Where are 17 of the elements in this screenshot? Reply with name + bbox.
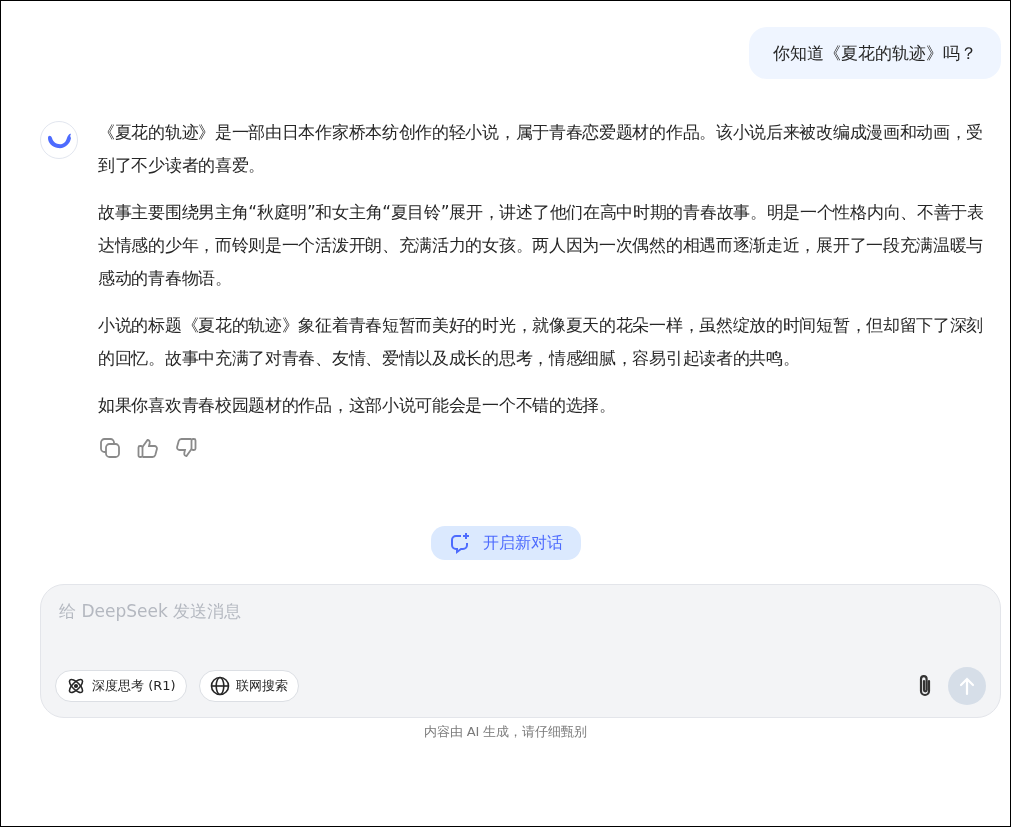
disclaimer-text: 内容由 AI 生成，请仔细甄别 [422, 723, 589, 741]
answer-paragraph: 《夏花的轨迹》是一部由日本作家桥本纺创作的轻小说，属于青春恋爱题材的作品。该小说后来被改编成漫画和动画，受到了不少读者的喜爱。 [98, 121, 985, 177]
web-search-toggle[interactable]: 联网搜索 [198, 670, 299, 702]
new-chat-button[interactable]: 开启新对话 [430, 526, 581, 560]
message-input[interactable]: 给 DeepSeek 发送消息 [55, 601, 986, 621]
thumbs-up-icon[interactable] [136, 436, 160, 460]
thumbs-down-icon[interactable] [174, 436, 198, 460]
chat-plus-icon [448, 532, 471, 554]
arrow-up-icon [958, 676, 976, 696]
answer-paragraph: 故事主要围绕男主角“秋庭明”和女主角“夏目铃”展开，讲述了他们在高中时期的青春故事。明是一个性格内向、不善于表达情感的少年，而铃则是一个活泼开朗、充满活力的女孩。两人因为一次偶然的相遇而逐渐走近，展开了一段充满温暖与感动的青春物语。 [98, 201, 985, 290]
answer-paragraph: 小说的标题《夏花的轨迹》象征着青春短暂而美好的时光，就像夏天的花朵一样，虽然绽放的时间短暂，但却留下了深刻的回忆。故事中充满了对青春、友情、爱情以及成长的思考，情感细腻，容易引起读者的共鸣。 [98, 314, 985, 370]
copy-icon[interactable] [98, 436, 122, 460]
deep-think-toggle[interactable]: 深度思考 (R1) [55, 670, 187, 702]
user-message: 你知道《夏花的轨迹》吗？ [749, 27, 1001, 79]
globe-icon [209, 676, 230, 696]
atom-icon [66, 676, 86, 696]
answer-paragraph: 如果你喜欢青春校园题材的作品，这部小说可能会是一个不错的选择。 [98, 394, 617, 417]
